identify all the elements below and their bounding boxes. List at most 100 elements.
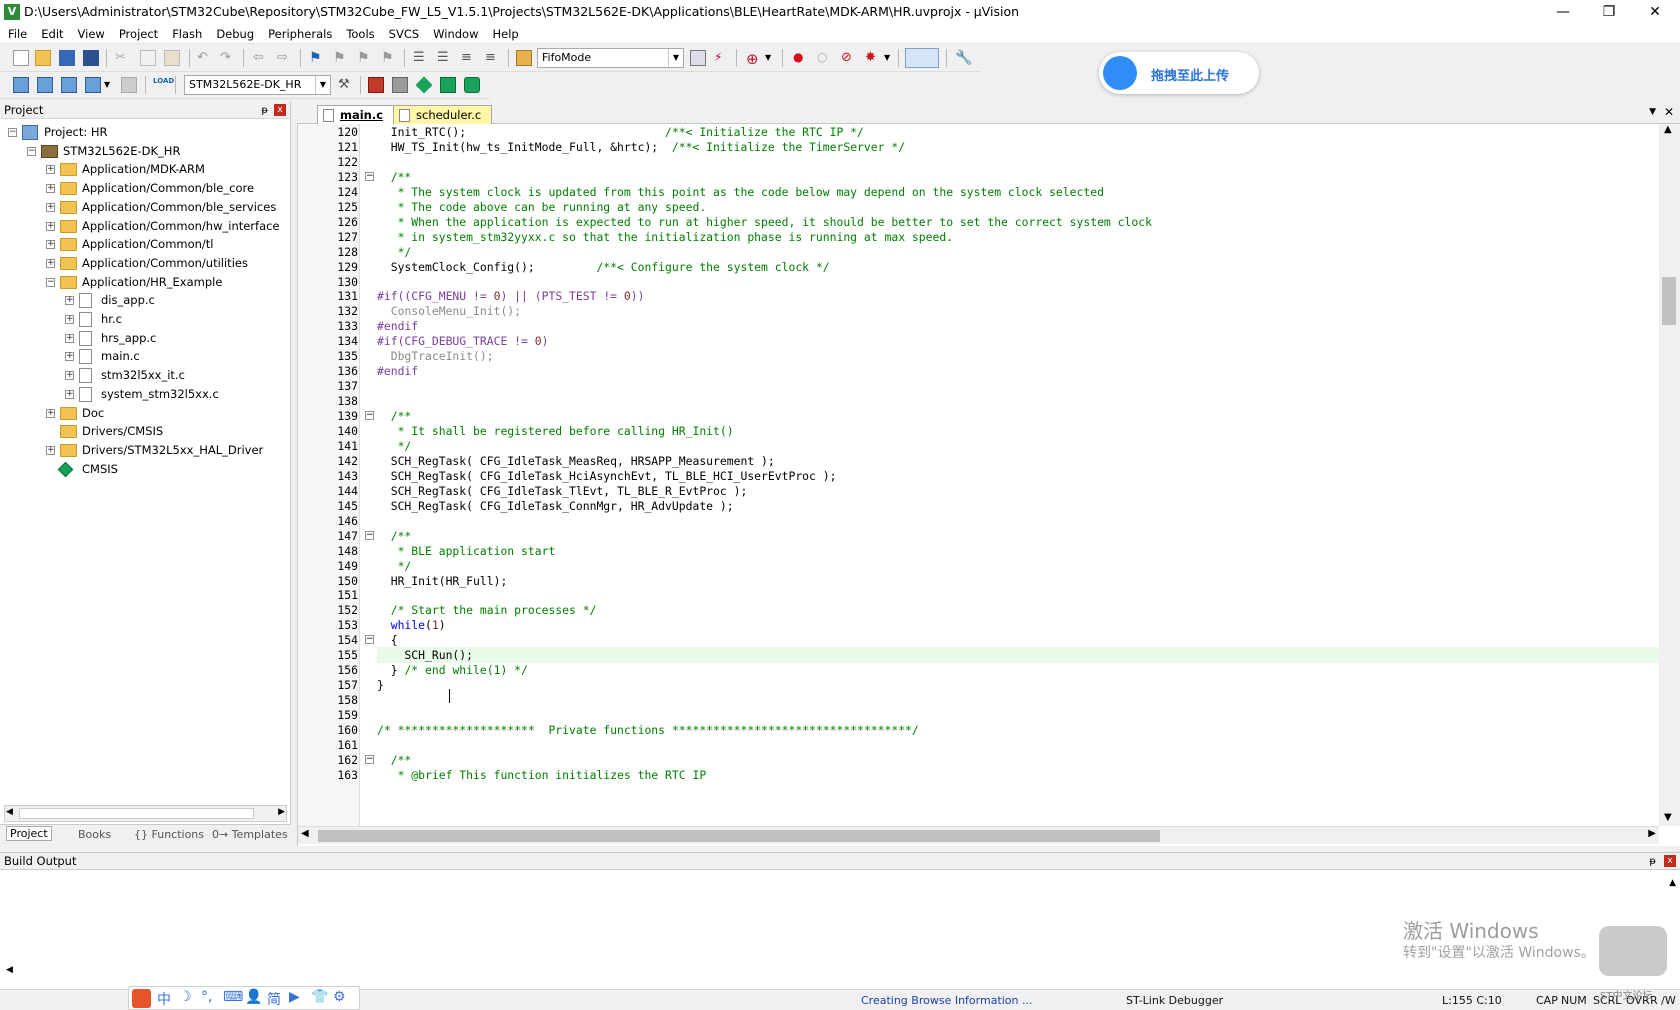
next-bookmark-icon[interactable]: ⚑	[357, 50, 373, 66]
code-line[interactable]: */	[377, 558, 412, 574]
menu-edit[interactable]: Edit	[33, 25, 69, 41]
insert-breakpoint-icon[interactable]: ●	[793, 50, 809, 66]
code-line[interactable]: HW_TS_Init(hw_ts_InitMode_Full, &hrtc); …	[377, 139, 905, 155]
code-line[interactable]: * in system_stm32yyxx.c so that the init…	[377, 229, 954, 245]
window-layout-icon[interactable]	[905, 48, 939, 68]
scroll-up-icon[interactable]: ▲	[1664, 124, 1672, 135]
stop-build-icon[interactable]	[121, 77, 137, 93]
code-line[interactable]: /* ******************** Private function…	[377, 722, 919, 738]
code-line[interactable]: SCH_RegTask( CFG_IdleTask_TlEvt, TL_BLE_…	[377, 483, 748, 499]
code-line[interactable]: /* Start the main processes */	[377, 602, 597, 618]
code-line[interactable]: * The system clock is updated from this …	[377, 184, 1104, 200]
code-line[interactable]: SCH_RegTask( CFG_IdleTask_HciAsynchEvt, …	[377, 468, 837, 484]
save-icon[interactable]	[59, 50, 75, 66]
code-line[interactable]: SystemClock_Config(); /**< Configure the…	[377, 259, 830, 275]
manage-project-items-icon[interactable]	[368, 77, 384, 93]
find-combo[interactable]: FifoMode ▼	[537, 48, 684, 68]
kill-breakpoints-icon[interactable]: ✸	[865, 50, 881, 66]
expand-icon[interactable]: +	[65, 315, 74, 324]
find-icon[interactable]	[690, 50, 706, 66]
debug-session-icon[interactable]: ⊕	[746, 50, 762, 68]
target-combo[interactable]: STM32L562E-DK_HR ▼	[184, 75, 331, 95]
close-window-button[interactable]: ✕	[1632, 0, 1678, 25]
new-file-icon[interactable]	[13, 50, 29, 66]
code-line[interactable]: SCH_Run();	[377, 647, 473, 663]
expand-icon[interactable]: +	[46, 184, 55, 194]
scroll-right-icon[interactable]: ▶	[278, 807, 285, 817]
minimize-button[interactable]: —	[1540, 0, 1586, 25]
ime-item-icon[interactable]: 👤	[245, 989, 262, 1005]
editor-vscroll-thumb[interactable]	[1662, 277, 1676, 325]
bookmark-icon[interactable]: ⚑	[309, 50, 325, 66]
prev-bookmark-icon[interactable]: ⚑	[333, 50, 349, 66]
paste-icon[interactable]	[164, 50, 180, 66]
expand-icon[interactable]: +	[46, 445, 55, 455]
clear-bookmarks-icon[interactable]: ⚑	[381, 50, 397, 66]
tree-hscrollbar[interactable]: ◀ ▶	[4, 805, 287, 822]
download-load-icon[interactable]: LOAD	[153, 77, 174, 93]
fold-collapse-icon[interactable]: −	[365, 411, 374, 421]
nav-forward-icon[interactable]: ⇨	[277, 50, 293, 66]
select-packs-icon[interactable]	[440, 77, 456, 93]
tab-functions[interactable]: {} Functions	[134, 828, 204, 841]
collapse-icon[interactable]: −	[46, 277, 55, 287]
expand-icon[interactable]: +	[46, 408, 55, 418]
editor-vscrollbar[interactable]: ▲ ▼	[1659, 124, 1680, 826]
code-line[interactable]: ConsoleMenu_Init();	[377, 303, 521, 319]
code-line[interactable]: Init_RTC(); /**< Initialize the RTC IP *…	[377, 124, 864, 140]
tab-books[interactable]: Books	[78, 828, 111, 841]
cut-icon[interactable]: ✂	[115, 50, 131, 66]
multi-project-icon[interactable]	[392, 77, 408, 93]
pin-icon[interactable]: ᵽ	[261, 103, 268, 119]
tab-main-c[interactable]: main.c	[317, 105, 395, 124]
code-line[interactable]: /**	[377, 408, 412, 424]
tab-templates[interactable]: 0→ Templates	[212, 828, 288, 841]
restore-button[interactable]: ❐	[1586, 0, 1632, 25]
fold-collapse-icon[interactable]: −	[365, 171, 374, 181]
expand-icon[interactable]: +	[46, 240, 55, 250]
uncomment-icon[interactable]: ≡	[485, 50, 501, 66]
scroll-down-icon[interactable]: ▼	[1664, 812, 1672, 823]
code-line[interactable]: */	[377, 244, 412, 260]
editor-hscrollbar[interactable]: ◀ ▶	[298, 826, 1659, 844]
menu-window[interactable]: Window	[425, 25, 484, 41]
scroll-left-icon[interactable]: ◀	[6, 965, 13, 975]
menu-svcs[interactable]: SVCS	[381, 25, 426, 41]
code-line[interactable]: #if((CFG_MENU != 0) || (PTS_TEST != 0))	[377, 288, 644, 304]
editor-hscroll-thumb[interactable]	[318, 830, 1160, 842]
ime-item-icon[interactable]: °,	[201, 989, 212, 1005]
code-line[interactable]: * @brief This function initializes the R…	[377, 767, 707, 783]
code-line[interactable]: /**	[377, 528, 412, 544]
menu-view[interactable]: View	[70, 25, 111, 41]
collapse-icon[interactable]: −	[8, 128, 17, 137]
ime-item-icon[interactable]: ▶	[289, 989, 300, 1005]
menu-peripherals[interactable]: Peripherals	[260, 25, 338, 41]
disable-breakpoints-icon[interactable]: ⊘	[841, 50, 857, 66]
nav-back-icon[interactable]: ⇦	[253, 50, 269, 66]
tab-project[interactable]: Project	[6, 826, 52, 841]
chevron-down-icon[interactable]: ▼	[668, 49, 683, 67]
ime-item-icon[interactable]: ☽	[179, 989, 192, 1005]
code-line[interactable]: } /* end while(1) */	[377, 662, 528, 678]
close-panel-icon[interactable]: x	[274, 104, 286, 116]
fold-collapse-icon[interactable]: −	[365, 635, 374, 645]
enable-breakpoint-icon[interactable]: ○	[817, 50, 833, 66]
build-icon[interactable]	[37, 77, 53, 93]
indent-icon[interactable]: ☰	[413, 50, 429, 66]
manage-rte-icon[interactable]	[415, 76, 433, 94]
rebuild-icon[interactable]	[61, 77, 77, 93]
ime-item-icon[interactable]: ⌨	[223, 989, 243, 1005]
expand-icon[interactable]: +	[65, 371, 74, 381]
code-line[interactable]: }	[377, 677, 384, 693]
pack-installer-icon[interactable]	[464, 77, 480, 93]
scroll-up-icon[interactable]: ▲	[1669, 878, 1676, 888]
code-line[interactable]: {	[377, 632, 398, 648]
menu-flash[interactable]: Flash	[164, 25, 208, 41]
code-line[interactable]: * When the application is expected to ru…	[377, 214, 1152, 230]
code-line[interactable]: DbgTraceInit();	[377, 348, 494, 364]
collapse-icon[interactable]: −	[27, 146, 36, 156]
fold-collapse-icon[interactable]: −	[365, 754, 374, 764]
chevron-down-icon[interactable]: ▼	[315, 76, 330, 94]
code-line[interactable]: /**	[377, 169, 412, 185]
code-line[interactable]: #if(CFG_DEBUG_TRACE != 0)	[377, 333, 548, 349]
